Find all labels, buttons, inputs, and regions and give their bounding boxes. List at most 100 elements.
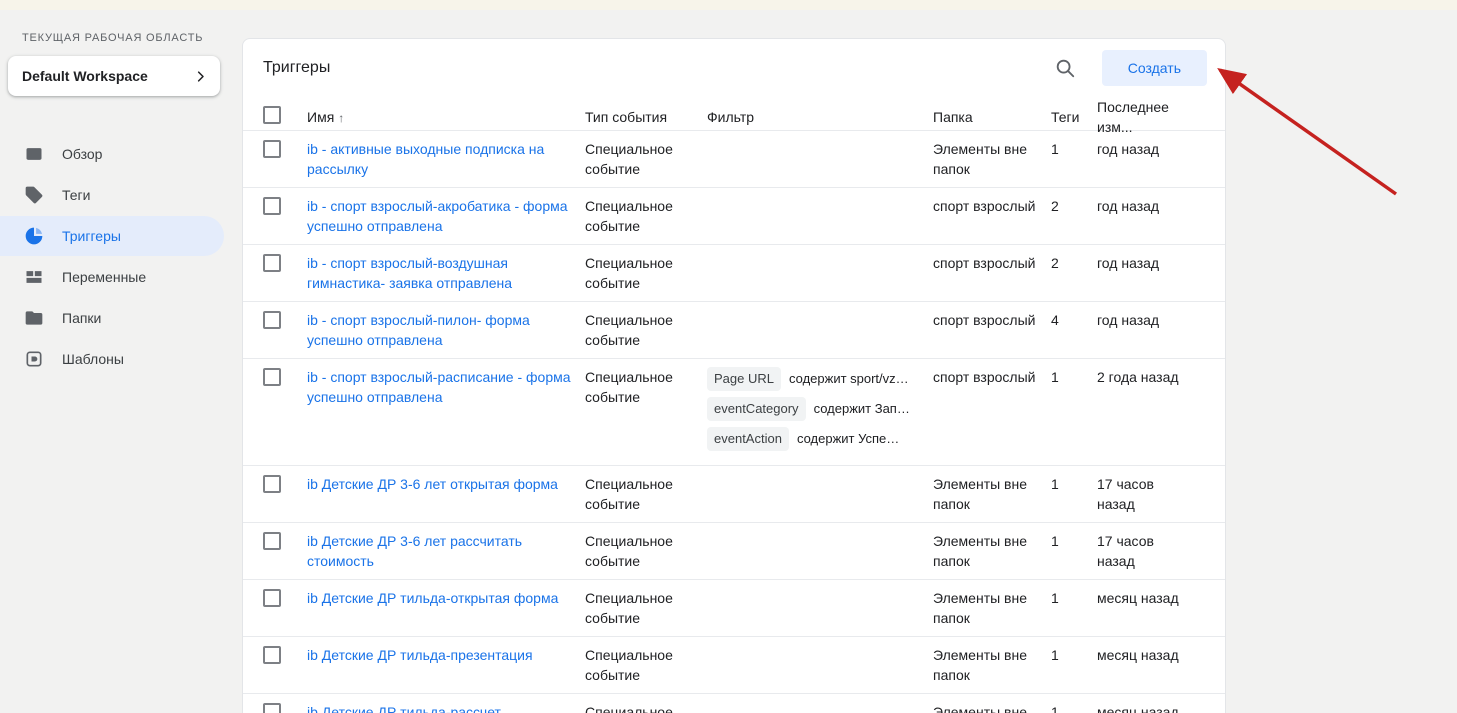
- tags-count-cell: 2: [1051, 245, 1097, 281]
- sidebar: ТЕКУЩАЯ РАБОЧАЯ ОБЛАСТЬ Default Workspac…: [0, 10, 242, 380]
- filter-variable-chip: eventAction: [707, 427, 789, 451]
- folder-cell: Элементы вне папок: [933, 466, 1051, 522]
- sidebar-item-variables[interactable]: Переменные: [0, 257, 224, 297]
- row-checkbox[interactable]: [263, 703, 281, 713]
- tags-count-cell: 4: [1051, 302, 1097, 338]
- select-all-checkbox[interactable]: [263, 106, 281, 124]
- event-type-cell: Специальное событие: [585, 302, 707, 358]
- table-row: ib - активные выходные подписка на рассы…: [243, 131, 1225, 188]
- folder-cell: спорт взрослый: [933, 188, 1051, 224]
- tags-count-cell: 1: [1051, 523, 1097, 559]
- row-checkbox[interactable]: [263, 532, 281, 550]
- last-modified-cell: месяц назад: [1097, 580, 1205, 616]
- filter-cell: Page URLсодержит sport/vz…eventCategoryс…: [707, 359, 933, 465]
- filter-cell: [707, 302, 933, 318]
- sidebar-item-templates[interactable]: Шаблоны: [0, 339, 224, 379]
- last-modified-cell: год назад: [1097, 188, 1205, 224]
- name-cell: ib Детские ДР тильда-презентация: [307, 637, 585, 673]
- column-header-folder: Папка: [933, 107, 1051, 127]
- last-modified-cell: 17 часов назад: [1097, 466, 1205, 522]
- table-row: ib - спорт взрослый-расписание - форма у…: [243, 359, 1225, 466]
- trigger-name-link[interactable]: ib Детские ДР 3-6 лет рассчитать стоимос…: [307, 533, 522, 569]
- trigger-name-link[interactable]: ib - активные выходные подписка на рассы…: [307, 141, 544, 177]
- event-type-cell: Специальное событие: [585, 694, 707, 713]
- row-checkbox[interactable]: [263, 475, 281, 493]
- sidebar-item-tags[interactable]: Теги: [0, 175, 224, 215]
- filter-condition-row: eventAction содержит Успе…: [707, 427, 923, 451]
- trigger-name-link[interactable]: ib Детские ДР тильда-презентация: [307, 647, 533, 663]
- folder-cell: спорт взрослый: [933, 245, 1051, 281]
- filter-condition-text: содержит Успе…: [797, 429, 899, 449]
- last-modified-cell: год назад: [1097, 302, 1205, 338]
- filter-variable-chip: eventCategory: [707, 397, 806, 421]
- name-cell: ib - активные выходные подписка на рассы…: [307, 131, 585, 187]
- name-cell: ib - спорт взрослый-пилон- форма успешно…: [307, 302, 585, 358]
- checkbox-cell: [263, 466, 307, 506]
- checkbox-cell: [263, 523, 307, 563]
- row-checkbox[interactable]: [263, 254, 281, 272]
- column-header-name-label: Имя: [307, 109, 334, 125]
- variables-icon: [24, 267, 44, 287]
- tags-count-cell: 1: [1051, 359, 1097, 395]
- trigger-name-link[interactable]: ib Детские ДР тильда-открытая форма: [307, 590, 558, 606]
- event-type-cell: Специальное событие: [585, 359, 707, 415]
- filter-cell: [707, 637, 933, 653]
- table-row: ib Детские ДР 3-6 лет открытая форма Спе…: [243, 466, 1225, 523]
- sidebar-item-label: Переменные: [62, 269, 146, 285]
- name-cell: ib Детские ДР 3-6 лет открытая форма: [307, 466, 585, 502]
- last-modified-cell: месяц назад: [1097, 637, 1205, 673]
- checkbox-cell: [263, 580, 307, 620]
- row-checkbox[interactable]: [263, 140, 281, 158]
- table-header-row: Имя↑ Тип события Фильтр Папка Теги После…: [243, 97, 1225, 131]
- trigger-table-body: ib - активные выходные подписка на рассы…: [243, 131, 1225, 713]
- name-cell: ib - спорт взрослый-расписание - форма у…: [307, 359, 585, 415]
- name-cell: ib Детские ДР тильда-рассчет: [307, 694, 585, 713]
- filter-condition-text: содержит sport/vz…: [789, 369, 909, 389]
- trigger-name-link[interactable]: ib Детские ДР тильда-рассчет: [307, 704, 501, 713]
- select-all-cell: [263, 106, 307, 129]
- checkbox-cell: [263, 637, 307, 677]
- trigger-name-link[interactable]: ib - спорт взрослый-акробатика - форма у…: [307, 198, 568, 234]
- column-header-tags: Теги: [1051, 107, 1097, 127]
- page-title: Триггеры: [263, 59, 330, 77]
- folder-icon: [24, 308, 44, 328]
- name-cell: ib - спорт взрослый-акробатика - форма у…: [307, 188, 585, 244]
- top-strip: [0, 0, 1457, 10]
- triggers-panel: Триггеры Создать Имя↑ Тип события Фильтр…: [242, 38, 1226, 713]
- filter-condition-row: eventCategoryсодержит Зап…: [707, 397, 923, 421]
- folder-cell: Элементы вне папок: [933, 694, 1051, 713]
- trigger-name-link[interactable]: ib - спорт взрослый-пилон- форма успешно…: [307, 312, 530, 348]
- overview-icon: [24, 144, 44, 164]
- sidebar-item-overview[interactable]: Обзор: [0, 134, 224, 174]
- row-checkbox[interactable]: [263, 311, 281, 329]
- trigger-name-link[interactable]: ib - спорт взрослый-расписание - форма у…: [307, 369, 571, 405]
- filter-condition-row: Page URL содержит sport/vz…: [707, 367, 923, 391]
- search-icon[interactable]: [1050, 53, 1080, 83]
- sidebar-item-folders[interactable]: Папки: [0, 298, 224, 338]
- create-button[interactable]: Создать: [1102, 50, 1207, 86]
- checkbox-cell: [263, 188, 307, 228]
- workspace-selector[interactable]: Default Workspace: [8, 56, 220, 96]
- sidebar-item-triggers[interactable]: Триггеры: [0, 216, 224, 256]
- header-actions: Создать: [1050, 50, 1207, 86]
- folder-cell: спорт взрослый: [933, 359, 1051, 395]
- trigger-name-link[interactable]: ib - спорт взрослый-воздушная гимнастика…: [307, 255, 512, 291]
- annotation-arrow: [1196, 52, 1410, 204]
- checkbox-cell: [263, 245, 307, 285]
- row-checkbox[interactable]: [263, 589, 281, 607]
- folder-cell: Элементы вне папок: [933, 637, 1051, 693]
- filter-variable-chip: Page URL: [707, 367, 781, 391]
- trigger-icon: [24, 226, 44, 246]
- tags-count-cell: 1: [1051, 131, 1097, 167]
- row-checkbox[interactable]: [263, 646, 281, 664]
- sidebar-nav: Обзор Теги Триггеры Переменные Папки Шаб…: [0, 134, 242, 379]
- trigger-name-link[interactable]: ib Детские ДР 3-6 лет открытая форма: [307, 476, 558, 492]
- table-row: ib - спорт взрослый-воздушная гимнастика…: [243, 245, 1225, 302]
- row-checkbox[interactable]: [263, 368, 281, 386]
- table-row: ib Детские ДР тильда-открытая форма Спец…: [243, 580, 1225, 637]
- column-header-name[interactable]: Имя↑: [307, 107, 585, 128]
- tag-icon: [24, 185, 44, 205]
- panel-header: Триггеры Создать: [243, 39, 1225, 97]
- event-type-cell: Специальное событие: [585, 188, 707, 244]
- row-checkbox[interactable]: [263, 197, 281, 215]
